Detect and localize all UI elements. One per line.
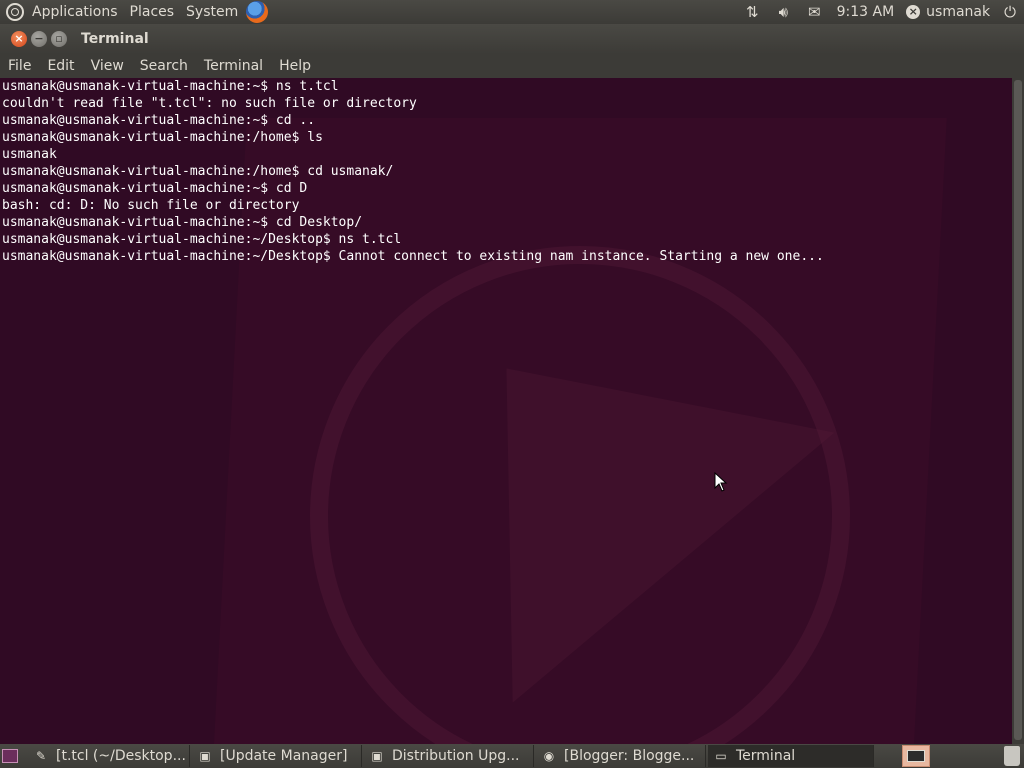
system-menu[interactable]: System (186, 4, 238, 20)
terminal-line: usmanak@usmanak-virtual-machine:~$ cd De… (2, 215, 363, 230)
menubar: File Edit View Search Terminal Help (0, 54, 1024, 78)
task-label: [Blogger: Blogge... (564, 748, 695, 764)
window-title: Terminal (81, 31, 149, 47)
terminal-line: usmanak@usmanak-virtual-machine:/home$ l… (2, 130, 323, 145)
terminal-output: usmanak@usmanak-virtual-machine:~$ ns t.… (2, 78, 824, 265)
task-label: [Update Manager] (220, 748, 348, 764)
task-label: Distribution Upg... (392, 748, 520, 764)
menu-file[interactable]: File (0, 58, 39, 74)
volume-icon[interactable]: 🔊︎ (779, 3, 788, 21)
workspace-thumbnail (907, 750, 925, 762)
close-button[interactable]: × (11, 31, 27, 47)
chrome-icon: ◉ (543, 749, 555, 763)
taskbar-item-update-manager[interactable]: ▣ [Update Manager] (192, 745, 362, 767)
ubuntu-logo-icon[interactable] (6, 3, 24, 21)
user-name: usmanak (926, 4, 991, 20)
terminal-line: couldn't read file "t.tcl": no such file… (2, 96, 417, 111)
trash-icon[interactable] (1004, 746, 1020, 766)
package-icon: ▣ (371, 749, 383, 763)
places-menu[interactable]: Places (130, 4, 175, 20)
menu-help[interactable]: Help (271, 58, 319, 74)
applications-menu[interactable]: Applications (32, 4, 118, 20)
terminal-line: usmanak@usmanak-virtual-machine:~$ cd .. (2, 113, 316, 128)
maximize-button[interactable]: ▫ (51, 31, 67, 47)
task-label: Terminal (736, 748, 796, 764)
menu-search[interactable]: Search (132, 58, 196, 74)
task-label: [t.tcl (~/Desktop... (56, 748, 186, 764)
user-menu[interactable]: × usmanak (906, 4, 990, 20)
menu-edit[interactable]: Edit (39, 58, 82, 74)
terminal-line: usmanak@usmanak-virtual-machine:~/Deskto… (2, 249, 824, 264)
terminal-line: usmanak@usmanak-virtual-machine:~/Deskto… (2, 232, 402, 247)
clock[interactable]: 9:13 AM (837, 4, 895, 20)
taskbar-item-text-editor[interactable]: ✎ [t.tcl (~/Desktop... (28, 745, 190, 767)
menu-terminal[interactable]: Terminal (196, 58, 271, 74)
taskbar-item-blogger[interactable]: ◉ [Blogger: Blogge... (536, 745, 706, 767)
workspace-switcher[interactable] (902, 745, 930, 767)
user-icon: × (906, 5, 921, 19)
terminal-line: usmanak@usmanak-virtual-machine:/home$ c… (2, 164, 394, 179)
network-icon[interactable]: ⇅ (746, 3, 759, 21)
show-desktop-icon[interactable] (2, 749, 18, 763)
text-editor-icon: ✎ (35, 749, 47, 763)
terminal-line: usmanak (2, 147, 57, 162)
minimize-button[interactable]: − (31, 31, 47, 47)
taskbar-item-terminal[interactable]: ▭ Terminal (708, 745, 874, 767)
terminal-icon: ▭ (715, 749, 727, 763)
terminal-scrollbar[interactable] (1012, 78, 1024, 744)
terminal-area[interactable]: usmanak@usmanak-virtual-machine:~$ ns t.… (0, 78, 1012, 744)
firefox-icon[interactable] (246, 1, 269, 23)
package-icon: ▣ (199, 749, 211, 763)
terminal-line: usmanak@usmanak-virtual-machine:~$ ns t.… (2, 79, 339, 94)
taskbar-item-distribution-upgrade[interactable]: ▣ Distribution Upg... (364, 745, 534, 767)
top-panel: Applications Places System ⇅ 🔊︎ ✉ 9:13 A… (0, 0, 1024, 24)
scrollbar-thumb[interactable] (1014, 80, 1022, 740)
mail-icon[interactable]: ✉ (808, 3, 821, 21)
terminal-line: usmanak@usmanak-virtual-machine:~$ cd D (2, 181, 308, 196)
menu-view[interactable]: View (83, 58, 132, 74)
bottom-panel: ✎ [t.tcl (~/Desktop... ▣ [Update Manager… (0, 744, 1024, 768)
power-icon[interactable]: ⏻ (1004, 3, 1016, 21)
window-titlebar[interactable]: × − ▫ Terminal (0, 24, 1024, 54)
terminal-line: bash: cd: D: No such file or directory (2, 198, 300, 213)
